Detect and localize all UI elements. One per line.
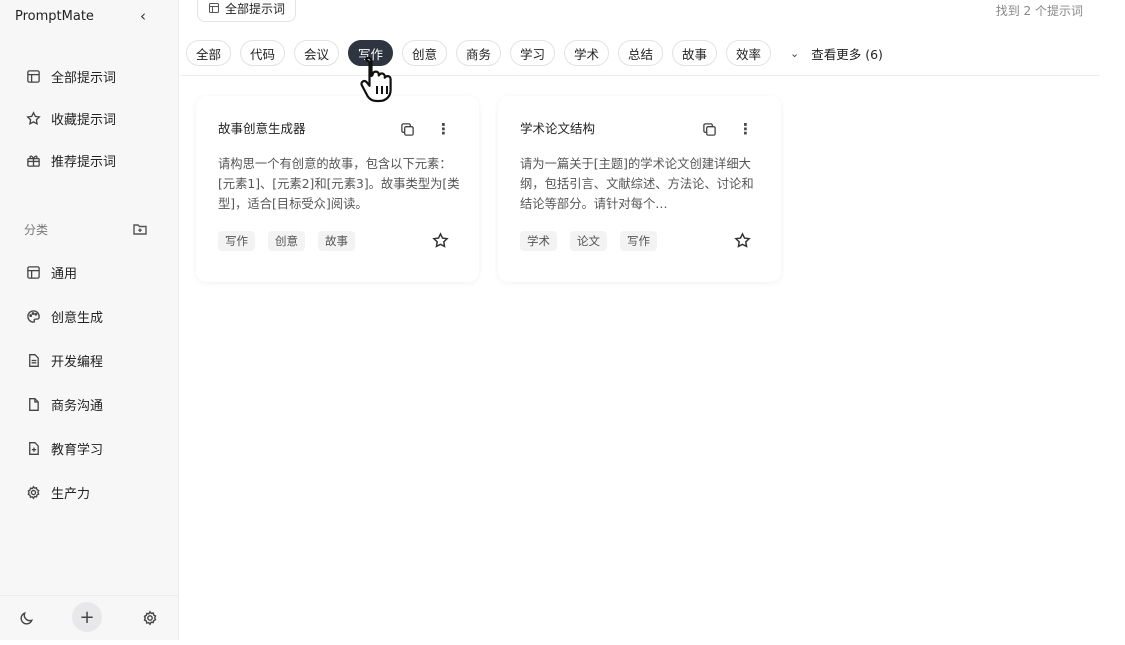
filter-chip[interactable]: 总结 xyxy=(618,40,664,66)
main-content: 全部提示词 找到 2 个提示词 全部 代码 会议 写作 创意 商务 学习 学术 … xyxy=(180,0,1100,640)
tag-filter-bar: 全部 代码 会议 写作 创意 商务 学习 学术 总结 故事 效率 ⌄ 查看更多 … xyxy=(180,34,1100,76)
sidebar-item-recommended[interactable]: 推荐提示词 xyxy=(25,149,116,171)
favorite-star-icon[interactable] xyxy=(432,232,450,250)
sidebar-item-favorites[interactable]: 收藏提示词 xyxy=(25,107,116,129)
breadcrumb-label: 全部提示词 xyxy=(225,1,286,16)
sidebar-item-all-prompts[interactable]: 全部提示词 xyxy=(25,65,116,87)
sidebar: PromptMate ‹ 全部提示词 收藏提示词 推荐提示词 分类 通用 创意生… xyxy=(0,0,179,640)
filter-chip[interactable]: 创意 xyxy=(402,40,448,66)
category-development[interactable]: 开发编程 xyxy=(25,349,103,371)
moon-icon[interactable] xyxy=(19,610,35,626)
gear-icon xyxy=(25,484,41,500)
card-title: 故事创意生成器 xyxy=(218,121,306,136)
copy-icon[interactable] xyxy=(702,122,718,138)
copy-icon[interactable] xyxy=(400,122,416,138)
file-code-icon xyxy=(25,352,41,368)
results-count: 找到 2 个提示词 xyxy=(995,4,1083,18)
filter-chip[interactable]: 会议 xyxy=(294,40,340,66)
more-options-icon[interactable]: ⋮ xyxy=(738,121,753,137)
category-general[interactable]: 通用 xyxy=(25,261,77,283)
categories-header: 分类 xyxy=(24,223,49,237)
add-prompt-button[interactable]: + xyxy=(72,602,102,632)
filter-chip[interactable]: 商务 xyxy=(456,40,502,66)
sidebar-footer: + xyxy=(0,595,179,640)
app-title: PromptMate xyxy=(15,9,94,24)
filter-chip[interactable]: 代码 xyxy=(240,40,286,66)
category-business[interactable]: 商务沟通 xyxy=(25,393,103,415)
filter-chip[interactable]: 全部 xyxy=(186,40,232,66)
prompt-card[interactable]: 故事创意生成器 ⋮ 请构思一个有创意的故事，包含以下元素：[元素1]、[元素2]… xyxy=(196,96,479,282)
collapse-sidebar-icon[interactable]: ‹ xyxy=(140,7,146,25)
filter-chip[interactable]: 学习 xyxy=(510,40,556,66)
filter-chip[interactable]: 故事 xyxy=(672,40,718,66)
card-tag: 写作 xyxy=(218,231,255,251)
category-label: 教育学习 xyxy=(51,442,104,458)
show-more-tags-button[interactable]: ⌄ 查看更多 (6) xyxy=(790,40,883,66)
gift-icon xyxy=(25,152,41,168)
add-folder-icon[interactable] xyxy=(132,221,148,237)
sidebar-item-label: 推荐提示词 xyxy=(51,154,117,170)
favorite-star-icon[interactable] xyxy=(734,232,752,250)
breadcrumb: 全部提示词 xyxy=(197,0,297,22)
star-icon xyxy=(25,110,41,126)
filter-chip[interactable]: 学术 xyxy=(564,40,610,66)
card-title: 学术论文结构 xyxy=(520,121,596,136)
category-productivity[interactable]: 生产力 xyxy=(25,481,90,503)
category-label: 创意生成 xyxy=(51,310,104,326)
category-label: 开发编程 xyxy=(51,354,104,370)
card-tag: 创意 xyxy=(268,231,305,251)
palette-icon xyxy=(25,308,41,324)
file-plus-icon xyxy=(25,440,41,456)
filter-chip-active[interactable]: 写作 xyxy=(348,40,394,66)
layout-icon xyxy=(208,2,220,14)
category-label: 生产力 xyxy=(51,486,91,502)
show-more-label: 查看更多 (6) xyxy=(811,46,883,62)
layout-icon xyxy=(25,68,41,84)
sidebar-item-label: 全部提示词 xyxy=(51,70,117,86)
card-tag: 学术 xyxy=(520,231,557,251)
category-label: 商务沟通 xyxy=(51,398,104,414)
category-education[interactable]: 教育学习 xyxy=(25,437,103,459)
category-creative[interactable]: 创意生成 xyxy=(25,305,103,327)
card-tag: 写作 xyxy=(620,231,657,251)
prompt-card[interactable]: 学术论文结构 ⋮ 请为一篇关于[主题]的学术论文创建详细大纲，包括引言、文献综述… xyxy=(498,96,781,282)
sidebar-item-label: 收藏提示词 xyxy=(51,112,117,128)
card-description: 请构思一个有创意的故事，包含以下元素：[元素1]、[元素2]和[元素3]。故事类… xyxy=(218,157,460,211)
chevron-down-icon: ⌄ xyxy=(790,46,800,60)
layout-icon xyxy=(25,264,41,280)
filter-chip[interactable]: 效率 xyxy=(726,40,772,66)
settings-gear-icon[interactable] xyxy=(142,610,158,626)
card-tag: 论文 xyxy=(570,231,607,251)
more-options-icon[interactable]: ⋮ xyxy=(436,121,451,137)
file-icon xyxy=(25,396,41,412)
card-tag: 故事 xyxy=(318,231,355,251)
card-description: 请为一篇关于[主题]的学术论文创建详细大纲，包括引言、文献综述、方法论、讨论和结… xyxy=(520,157,754,211)
category-label: 通用 xyxy=(51,266,78,282)
app-window: PromptMate ‹ 全部提示词 收藏提示词 推荐提示词 分类 通用 创意生… xyxy=(0,0,1100,640)
